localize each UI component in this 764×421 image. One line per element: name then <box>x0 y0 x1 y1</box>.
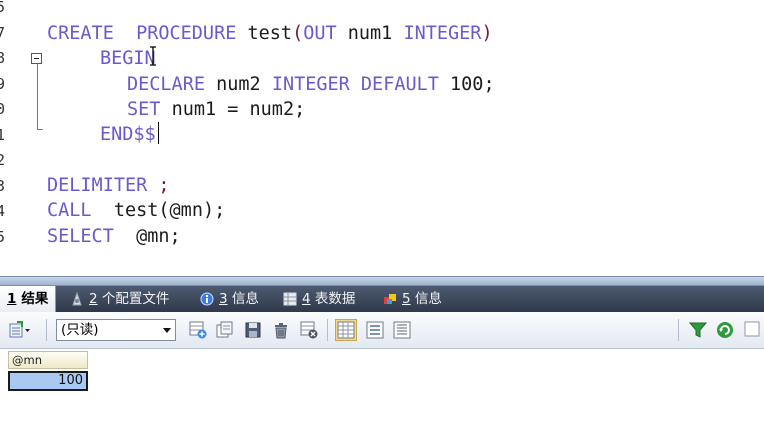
tab-table-data[interactable]: 4 表数据 <box>283 286 355 312</box>
read-only-mode-select[interactable]: (只读) <box>56 319 176 341</box>
table-data-icon <box>283 292 297 306</box>
messages-icon <box>384 294 396 304</box>
line-number: 5 <box>0 0 6 16</box>
code-line-select: SELECT @mn; <box>47 224 181 249</box>
tab-label: 个配置文件 <box>101 291 170 307</box>
line-number: 9 <box>0 75 6 93</box>
tab-label: 表数据 <box>314 291 356 307</box>
select-expression: @mn; <box>136 226 181 247</box>
line-number: 7 <box>0 24 6 42</box>
line-number: 2 <box>0 151 6 169</box>
column-header[interactable]: @mn <box>8 351 88 369</box>
fold-toggle-button[interactable] <box>31 53 42 64</box>
export-menu-icon[interactable] <box>9 321 31 339</box>
tab-label: 结果 <box>21 291 49 307</box>
code-line-set: SET num1 = num2; <box>127 97 305 122</box>
profile-icon <box>72 292 82 306</box>
tab-label: 信息 <box>414 291 442 307</box>
param-name: num1 <box>347 23 393 44</box>
checkbox-icon[interactable] <box>744 321 762 339</box>
code-line-declare: DECLARE num2 INTEGER DEFAULT 100; <box>127 72 495 97</box>
keyword-end: END$$ <box>100 124 156 145</box>
set-expression: num1 = num2; <box>171 99 306 120</box>
tab-label: 信息 <box>231 291 259 307</box>
toolbar-separator <box>327 319 328 341</box>
delimiter-char: ; <box>158 175 170 196</box>
duplicate-row-icon[interactable] <box>216 321 234 339</box>
line-number: 0 <box>0 100 6 118</box>
read-only-mode-value: (只读) <box>61 322 99 338</box>
keyword-delimiter: DELIMITER <box>47 175 148 196</box>
line-number: 1 <box>0 126 6 144</box>
filter-icon[interactable] <box>689 321 707 339</box>
text-cursor-icon <box>150 46 156 66</box>
refresh-icon[interactable] <box>716 321 734 339</box>
add-row-icon[interactable] <box>189 321 207 339</box>
toolbar-separator <box>678 319 679 341</box>
tab-messages[interactable]: 5 信息 <box>383 286 442 312</box>
text-caret <box>157 122 159 144</box>
text-view-icon[interactable] <box>393 321 411 339</box>
line-number: 3 <box>0 177 6 195</box>
toolbar-separator <box>46 319 47 341</box>
cancel-changes-icon[interactable] <box>300 321 318 339</box>
fold-guide-end <box>37 129 43 130</box>
tab-number: 3 <box>219 291 228 307</box>
tab-info[interactable]: 3 信息 <box>200 286 259 312</box>
line-number: 5 <box>0 228 6 246</box>
tab-results[interactable]: 1 结果 <box>0 286 57 312</box>
fold-guide-line <box>37 64 38 130</box>
default-value: 100; <box>450 74 495 95</box>
call-procedure-name: test <box>113 200 159 221</box>
tab-number: 2 <box>89 291 98 307</box>
keyword-begin: BEGIN <box>100 48 156 69</box>
line-number: 8 <box>0 49 6 67</box>
tab-number: 4 <box>302 291 311 307</box>
code-line-end: END$$ <box>100 122 159 147</box>
keyword-call: CALL <box>47 200 92 221</box>
tab-number: 5 <box>402 291 411 307</box>
code-line-delimiter: DELIMITER ; <box>47 173 170 198</box>
keyword-out: OUT <box>303 23 337 44</box>
result-tabbar: 1 结果 2 个配置文件 3 信息 4 表数据 5 信息 <box>0 286 764 312</box>
result-toolbar: (只读) <box>0 312 764 349</box>
grid-view-icon[interactable] <box>335 319 357 341</box>
call-arguments: (@mn); <box>158 200 226 221</box>
delete-icon[interactable] <box>272 321 290 339</box>
save-icon[interactable] <box>244 321 262 339</box>
form-view-icon[interactable] <box>366 321 384 339</box>
close-paren: ) <box>481 23 493 44</box>
code-line-begin: BEGIN <box>100 46 156 71</box>
keyword-integer: INTEGER <box>271 74 350 95</box>
chevron-down-icon <box>163 328 171 333</box>
procedure-name: test <box>247 23 293 44</box>
code-line-call: CALL test(@mn); <box>47 198 225 223</box>
line-number: 4 <box>0 202 6 220</box>
keyword-integer: INTEGER <box>403 23 482 44</box>
code-line-create: CREATE PROCEDURE test(OUT num1 INTEGER) <box>47 21 493 46</box>
tab-number: 1 <box>7 291 17 307</box>
keyword-procedure: PROCEDURE <box>136 23 237 44</box>
pane-splitter[interactable] <box>0 276 764 286</box>
keyword-set: SET <box>127 99 161 120</box>
keyword-declare: DECLARE <box>127 74 205 95</box>
keyword-create: CREATE <box>47 23 114 44</box>
variable-name: num2 <box>216 74 261 95</box>
tab-profiles[interactable]: 2 个配置文件 <box>70 286 169 312</box>
open-paren: ( <box>292 23 304 44</box>
info-icon <box>200 292 214 306</box>
result-grid: @mn 100 <box>0 349 764 421</box>
sql-editor[interactable]: 5 7 8 9 0 1 2 3 4 5 CREATE PROCEDURE tes… <box>0 0 764 276</box>
result-cell[interactable]: 100 <box>8 371 88 391</box>
keyword-default: DEFAULT <box>360 74 439 95</box>
keyword-select: SELECT <box>47 226 114 247</box>
